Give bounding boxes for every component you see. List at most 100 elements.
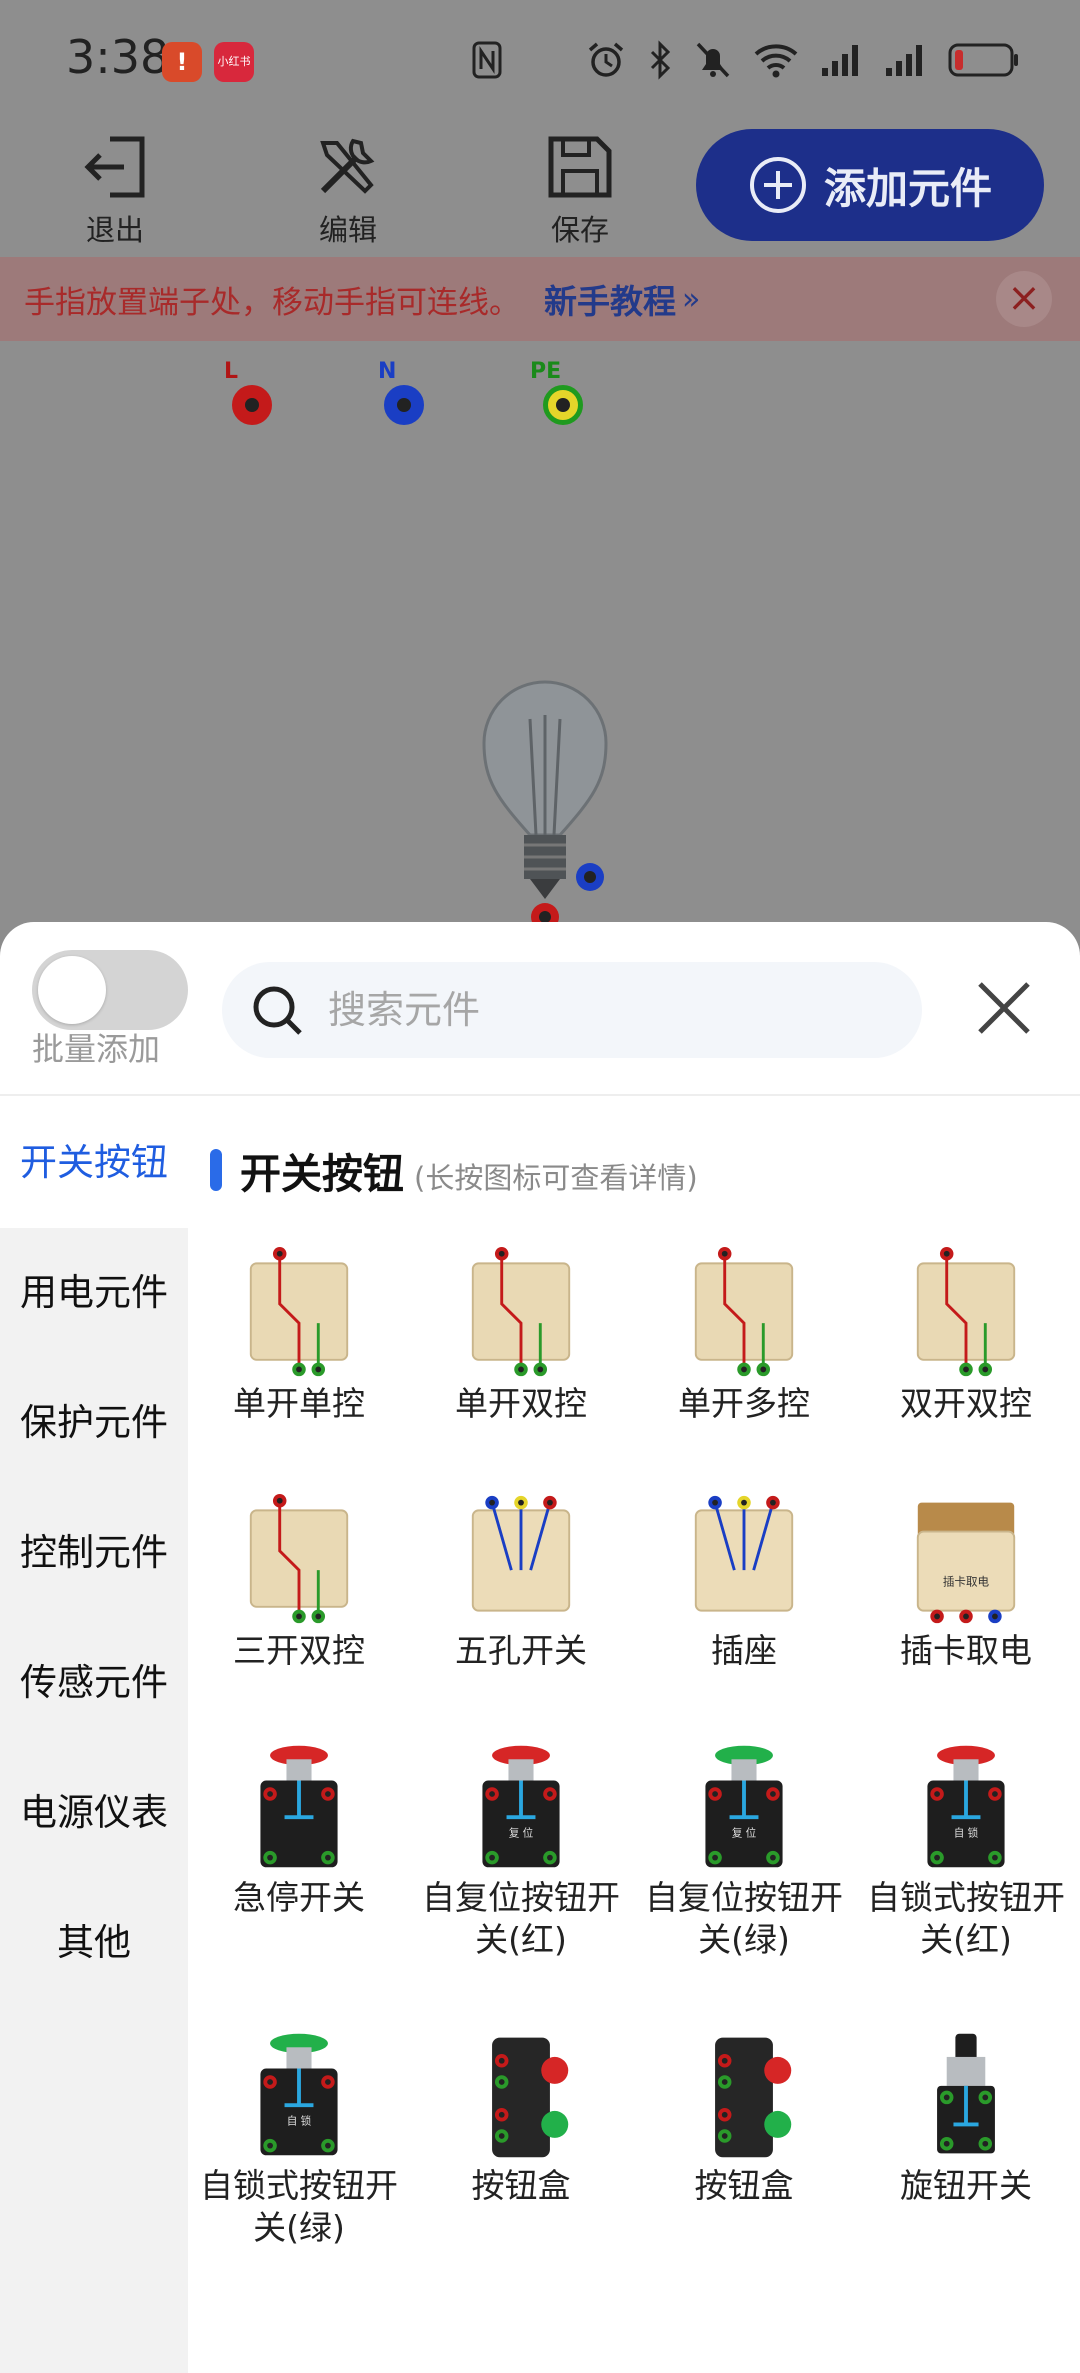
component-label: 插卡取电 [900,1631,1032,1670]
component-item[interactable]: 按钮盒 [410,2028,632,2207]
svg-text:插卡取电: 插卡取电 [943,1575,990,1589]
wiring-canvas[interactable]: L N PE [0,341,1080,931]
mute-bell-icon [696,42,730,78]
component-label: 自复位按钮开关(绿) [645,1878,843,1959]
status-icons [472,40,1020,80]
component-label: 自锁式按钮开关(绿) [200,2166,398,2247]
switch-panel-icon [249,1493,349,1624]
exit-button[interactable]: 退出 [60,133,170,249]
section-hint: (长按图标可查看详情) [414,1161,698,1195]
top-toolbar: 退出 编辑 保存 添加元件 [0,125,1080,255]
component-item[interactable]: 单开多控 [633,1246,855,1425]
category-power-consumers[interactable]: 用电元件 [0,1228,188,1358]
svg-text:复 位: 复 位 [732,1826,757,1839]
component-label: 五孔开关 [455,1631,587,1670]
component-label: 按钮盒 [471,2166,571,2205]
component-item[interactable]: 单开双控 [410,1246,632,1425]
add-component-sheet: 批量添加 开关按钮 用电元件 保护元件 控制元件 传感元件 电源仪表 其他 开关… [0,922,1080,2373]
tip-close-button[interactable]: × [996,271,1052,327]
batch-add-toggle[interactable] [32,950,188,1030]
terminal-l[interactable] [232,385,272,425]
push-button-icon: 自 锁 [260,2033,338,2156]
component-item[interactable]: 按钮盒 [633,2028,855,2207]
status-time: 3:38 [66,30,170,84]
svg-text:自 锁: 自 锁 [954,1826,979,1839]
category-switch-buttons[interactable]: 开关按钮 [0,1098,188,1228]
component-item[interactable]: 自 锁自锁式按钮开关(绿) [188,2028,410,2249]
edit-label: 编辑 [318,213,377,247]
component-label: 按钮盒 [694,2166,794,2205]
add-component-button[interactable]: 添加元件 [696,129,1044,241]
edit-tools-icon [320,138,375,194]
notification-app-icon: ! [162,42,202,82]
component-item[interactable]: 五孔开关 [410,1493,632,1672]
bluetooth-icon [650,40,671,80]
switch-panel-icon [916,1246,1016,1377]
category-other[interactable]: 其他 [0,1878,188,2008]
terminal-label-n: N [378,359,397,384]
close-icon[interactable] [974,978,1034,1038]
plus-circle-icon [749,157,806,213]
component-label: 急停开关 [233,1878,365,1917]
component-item[interactable]: 双开双控 [855,1246,1077,1425]
tip-text: 手指放置端子处，移动手指可连线。 [24,284,520,321]
component-label: 自锁式按钮开关(红) [867,1878,1065,1959]
category-protection[interactable]: 保护元件 [0,1358,188,1488]
terminal-n[interactable] [384,385,424,425]
component-item[interactable]: 单开单控 [188,1246,410,1425]
component-item[interactable]: 复 位自复位按钮开关(绿) [633,1740,855,1961]
save-button[interactable]: 保存 [525,133,635,249]
section-header: 开关按钮 (长按图标可查看详情) [210,1140,698,1200]
component-panel: 开关按钮 (长按图标可查看详情) 单开单控 单开双控 单开多控 双开双控三开双控 五孔开… [188,1098,1080,2373]
search-box[interactable] [222,962,922,1058]
push-button-icon: 复 位 [705,1745,783,1868]
push-button-icon: 复 位 [482,1745,560,1868]
section-title: 开关按钮 [240,1150,404,1198]
edit-button[interactable]: 编辑 [293,133,403,249]
component-item[interactable]: 插卡取电 插卡取电 [855,1493,1077,1672]
switch-panel-icon [471,1246,571,1377]
workspace-backdrop: 3:38 ! 小红书 退出 编辑 保存 添加元件 手指放置端子处，移动手指可连线… [0,0,1080,931]
save-label: 保存 [550,213,609,247]
category-sensors[interactable]: 传感元件 [0,1618,188,1748]
rotary-switch-icon [937,2033,995,2154]
category-control[interactable]: 控制元件 [0,1488,188,1618]
push-button-icon [260,1745,338,1868]
status-bar: 3:38 ! 小红书 [0,0,1080,125]
component-label: 插座 [711,1631,777,1670]
outlet-icon [694,1495,794,1612]
component-item[interactable]: 插座 [633,1493,855,1672]
svg-text:自 锁: 自 锁 [287,2114,312,2127]
button-box-icon [492,2037,569,2158]
category-power-meters[interactable]: 电源仪表 [0,1748,188,1878]
component-item[interactable]: 自 锁自锁式按钮开关(红) [855,1740,1077,1961]
switch-panel-icon [249,1246,349,1377]
batch-add-label: 批量添加 [32,1030,161,1068]
push-button-icon: 自 锁 [927,1745,1005,1868]
terminal-pe[interactable] [543,385,583,425]
save-icon [548,136,612,198]
exit-label: 退出 [85,213,144,247]
signal-icon-1 [822,45,858,76]
switch-panel-icon [694,1246,794,1377]
component-item[interactable]: 旋钮开关 [855,2028,1077,2207]
component-item[interactable]: 复 位自复位按钮开关(红) [410,1740,632,1961]
component-label: 自复位按钮开关(红) [422,1878,620,1959]
add-component-label: 添加元件 [823,163,992,213]
svg-text:复 位: 复 位 [509,1826,534,1839]
search-icon [253,986,302,1035]
component-item[interactable]: 三开双控 [188,1493,410,1672]
light-bulb-component[interactable] [470,659,620,945]
component-label: 旋钮开关 [900,2166,1032,2205]
sheet-header: 批量添加 [0,922,1080,1096]
alarm-icon [588,42,624,77]
tutorial-link[interactable]: 新手教程 [544,275,676,323]
component-label: 单开单控 [233,1384,365,1423]
component-item[interactable]: 急停开关 [188,1740,410,1919]
search-input[interactable] [328,988,888,1032]
toggle-knob [38,956,106,1024]
component-label: 单开多控 [678,1384,810,1423]
exit-icon [84,136,145,198]
xiaohongshu-app-icon: 小红书 [214,42,254,82]
section-accent-bar [210,1149,222,1191]
